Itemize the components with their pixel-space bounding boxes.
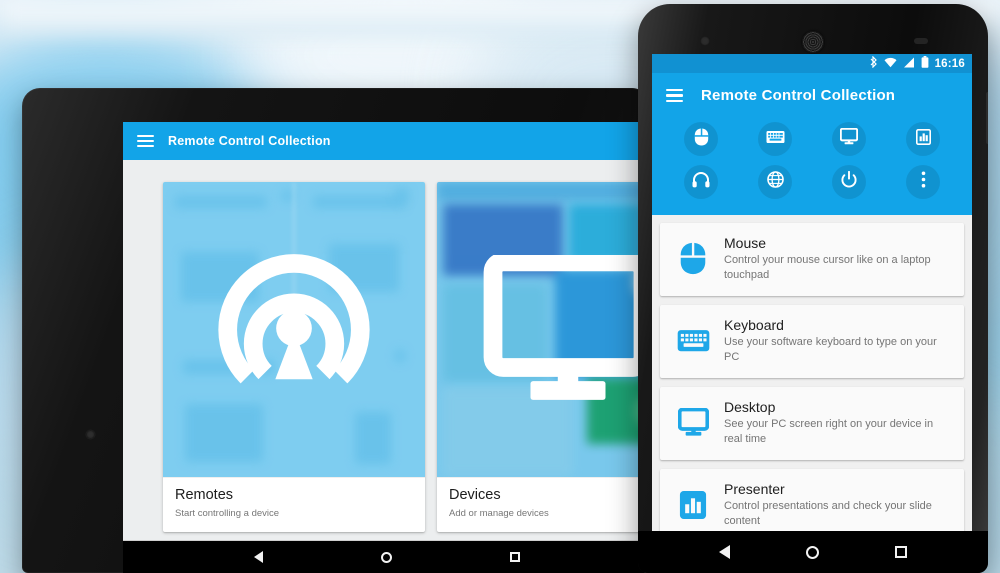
tablet-app-bar: Remote Control Collection — [123, 122, 650, 160]
monitor-icon — [839, 127, 859, 150]
quick-action-keyboard[interactable] — [758, 122, 792, 156]
phone-app-bar: Remote Control Collection — [652, 73, 972, 118]
phone-device: 16:16 Remote Control Collection Mouse Co… — [638, 4, 988, 573]
tablet-card-devices[interactable]: Devices Add or manage devices — [437, 182, 650, 532]
bar-chart-icon — [915, 128, 931, 150]
devices-card-subtitle: Add or manage devices — [449, 507, 549, 519]
phone-status-bar: 16:16 — [652, 54, 972, 73]
monitor-icon — [676, 408, 710, 437]
back-icon[interactable] — [253, 551, 263, 563]
battery-icon — [921, 55, 929, 73]
list-item-keyboard[interactable]: Keyboard Use your software keyboard to t… — [660, 305, 964, 379]
devices-card-title: Devices — [449, 487, 501, 503]
remotes-card-title: Remotes — [175, 487, 234, 503]
tablet-navigation-bar — [123, 540, 650, 573]
tablet-screen: Remote Control Collection Remotes Start … — [123, 122, 650, 573]
tablet-card-grid: Remotes Start controlling a device Devic… — [123, 160, 650, 532]
keyboard-icon — [766, 130, 785, 149]
monitor-icon — [437, 254, 650, 405]
back-icon[interactable] — [719, 545, 730, 559]
broadcast-cast-icon — [163, 245, 425, 415]
bluetooth-icon — [870, 55, 878, 73]
list-item-title: Mouse — [724, 235, 767, 251]
hamburger-menu-icon[interactable] — [666, 88, 683, 103]
quick-action-mouse[interactable] — [684, 122, 718, 156]
phone-earpiece-speaker — [802, 31, 824, 53]
quick-action-more[interactable] — [906, 165, 940, 199]
power-icon — [841, 170, 857, 193]
home-icon[interactable] — [380, 551, 392, 563]
phone-proximity-sensor — [914, 38, 928, 44]
phone-screen: 16:16 Remote Control Collection Mouse Co… — [652, 54, 972, 531]
list-item-subtitle: See your PC screen right on your device … — [724, 418, 934, 445]
tablet-front-camera-icon — [86, 430, 95, 439]
quick-action-media[interactable] — [684, 165, 718, 199]
keyboard-icon — [676, 328, 710, 353]
recents-icon[interactable] — [895, 546, 907, 558]
recents-icon[interactable] — [509, 552, 520, 562]
phone-app-title: Remote Control Collection — [701, 87, 896, 104]
list-item-subtitle: Control your mouse cursor like on a lapt… — [724, 254, 931, 281]
globe-icon — [766, 171, 784, 193]
remotes-card-subtitle: Start controlling a device — [175, 507, 280, 519]
list-item-title: Presenter — [724, 481, 785, 498]
remotes-card-footer: Remotes Start controlling a device — [163, 477, 425, 532]
list-item-desktop[interactable]: Desktop See your PC screen right on your… — [660, 387, 964, 461]
tablet-app-title: Remote Control Collection — [168, 134, 331, 148]
phone-quick-actions — [652, 118, 972, 215]
mouse-icon — [676, 242, 710, 275]
devices-card-artwork — [437, 182, 650, 477]
list-item-title: Desktop — [724, 399, 776, 416]
list-item-mouse[interactable]: Mouse Control your mouse cursor like on … — [660, 223, 964, 297]
headphones-icon — [692, 171, 710, 193]
tablet-card-remotes[interactable]: Remotes Start controlling a device — [163, 182, 425, 532]
status-bar-clock: 16:16 — [934, 57, 965, 70]
list-item-presenter[interactable]: Presenter Control presentations and chec… — [660, 469, 964, 531]
devices-card-footer: Devices Add or manage devices — [437, 477, 650, 532]
wifi-icon — [884, 55, 897, 73]
quick-action-presenter[interactable] — [906, 122, 940, 156]
list-item-title: Keyboard — [724, 317, 784, 334]
quick-action-power[interactable] — [832, 165, 866, 199]
bar-chart-icon — [676, 490, 710, 520]
phone-remote-list: Mouse Control your mouse cursor like on … — [652, 215, 972, 531]
overflow-menu-icon — [921, 171, 926, 193]
list-item-subtitle: Control presentations and check your sli… — [724, 500, 932, 527]
home-icon[interactable] — [806, 545, 819, 559]
quick-action-browser[interactable] — [758, 165, 792, 199]
mouse-icon — [693, 127, 709, 151]
tablet-device: Remote Control Collection Remotes Start … — [22, 88, 650, 573]
phone-power-button[interactable] — [986, 92, 988, 144]
quick-action-desktop[interactable] — [832, 122, 866, 156]
phone-front-camera-icon — [700, 36, 710, 46]
list-item-subtitle: Use your software keyboard to type on yo… — [724, 336, 937, 363]
signal-icon — [903, 55, 915, 73]
phone-navigation-bar — [638, 531, 988, 573]
remotes-card-artwork — [163, 182, 425, 477]
hamburger-menu-icon[interactable] — [137, 135, 154, 147]
